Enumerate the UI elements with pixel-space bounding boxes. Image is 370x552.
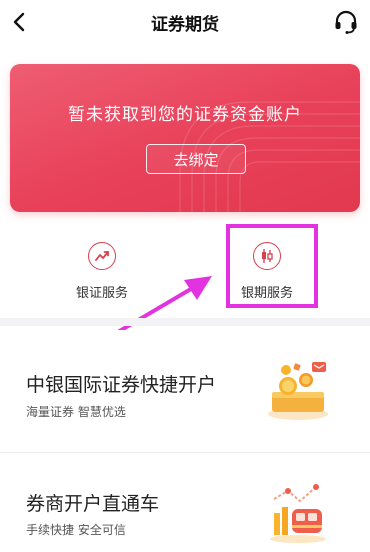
coins-gift-illustration (268, 362, 328, 420)
bank-securities-service[interactable]: 银证服务 (57, 240, 147, 310)
account-banner: 暂未获取到您的证券资金账户 去绑定 (10, 64, 360, 212)
page-title: 证券期货 (151, 15, 219, 35)
customer-service-button[interactable] (332, 7, 360, 37)
promo-card-boc-securities[interactable]: 中银国际证券快捷开户 海量证券 智慧优选 (0, 330, 370, 440)
service-label: 银证服务 (75, 286, 128, 301)
headset-icon (335, 10, 357, 34)
promo-subtitle: 海量证券 智慧优选 (26, 405, 126, 419)
promo-subtitle: 手续快捷 安全可信 (26, 523, 126, 537)
trend-chart-icon (88, 242, 116, 270)
top-navigation-bar: 证券期货 (0, 0, 370, 44)
promo-card-broker-account[interactable]: 券商开户直通车 手续快捷 安全可信 (0, 452, 370, 552)
annotation-highlight-box (226, 224, 318, 308)
bind-account-button[interactable]: 去绑定 (146, 144, 246, 174)
no-account-message: 暂未获取到您的证券资金账户 (68, 105, 302, 125)
banner-decoration (179, 101, 360, 212)
promo-title: 中银国际证券快捷开户 (26, 374, 217, 396)
section-divider (0, 318, 370, 326)
promo-title: 券商开户直通车 (26, 493, 160, 515)
train-chart-illustration (270, 484, 326, 543)
